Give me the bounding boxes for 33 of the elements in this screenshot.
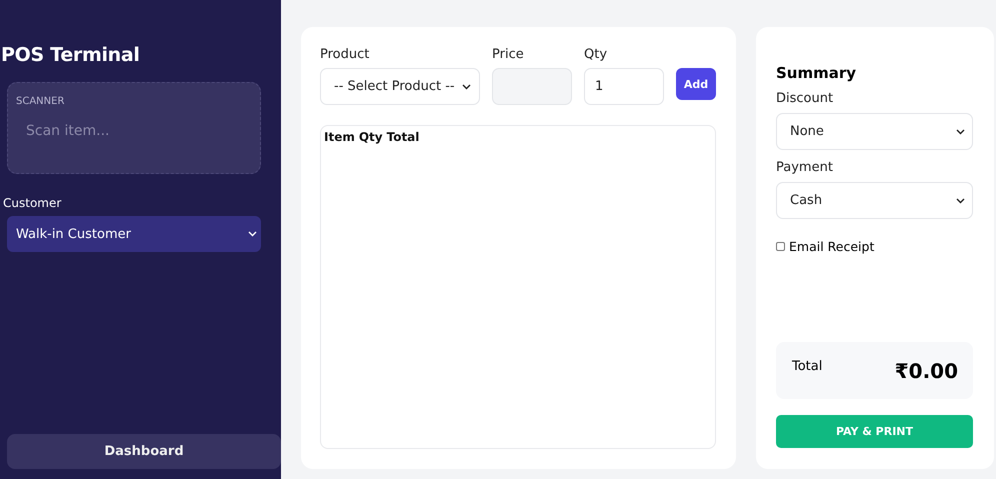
column-header: Qty: [358, 130, 383, 144]
payment-label: Payment: [776, 160, 834, 175]
chevron-down-icon: [248, 231, 257, 237]
qty-label: Qty: [584, 47, 608, 62]
customer-label: Customer: [3, 196, 62, 210]
column-header: Item: [324, 130, 355, 144]
product-label: Product: [320, 47, 370, 62]
app-title: POS Terminal: [1, 44, 141, 66]
price-field[interactable]: [492, 68, 572, 105]
email-receipt-label: Email Receipt: [789, 239, 874, 254]
discount-label: Discount: [776, 91, 834, 106]
product-value: -- Select Product --: [334, 79, 455, 94]
discount-value: None: [790, 124, 824, 139]
customer-value: Walk-in Customer: [16, 226, 131, 242]
scanner-label: SCANNER: [16, 96, 66, 107]
scan-input[interactable]: Scan item...: [16, 123, 236, 139]
chevron-down-icon: [956, 128, 965, 134]
payment-value: Cash: [790, 193, 822, 208]
qty-field[interactable]: 1: [584, 68, 664, 105]
discount-select[interactable]: None: [776, 113, 973, 150]
summary-title: Summary: [776, 64, 858, 82]
dashboard-button[interactable]: Dashboard: [7, 434, 281, 469]
product-select[interactable]: -- Select Product --: [320, 68, 480, 105]
add-button[interactable]: Add: [676, 68, 716, 100]
total-amount: ₹0.00: [894, 358, 958, 382]
column-header: Total: [386, 130, 420, 144]
total-label: Total: [792, 359, 822, 374]
customer-select[interactable]: Walk-in Customer: [7, 216, 261, 252]
chevron-down-icon: [956, 198, 965, 204]
price-label: Price: [492, 47, 525, 62]
payment-select[interactable]: Cash: [776, 182, 973, 219]
chevron-down-icon: [462, 84, 471, 90]
email-receipt-checkbox[interactable]: [776, 242, 785, 251]
